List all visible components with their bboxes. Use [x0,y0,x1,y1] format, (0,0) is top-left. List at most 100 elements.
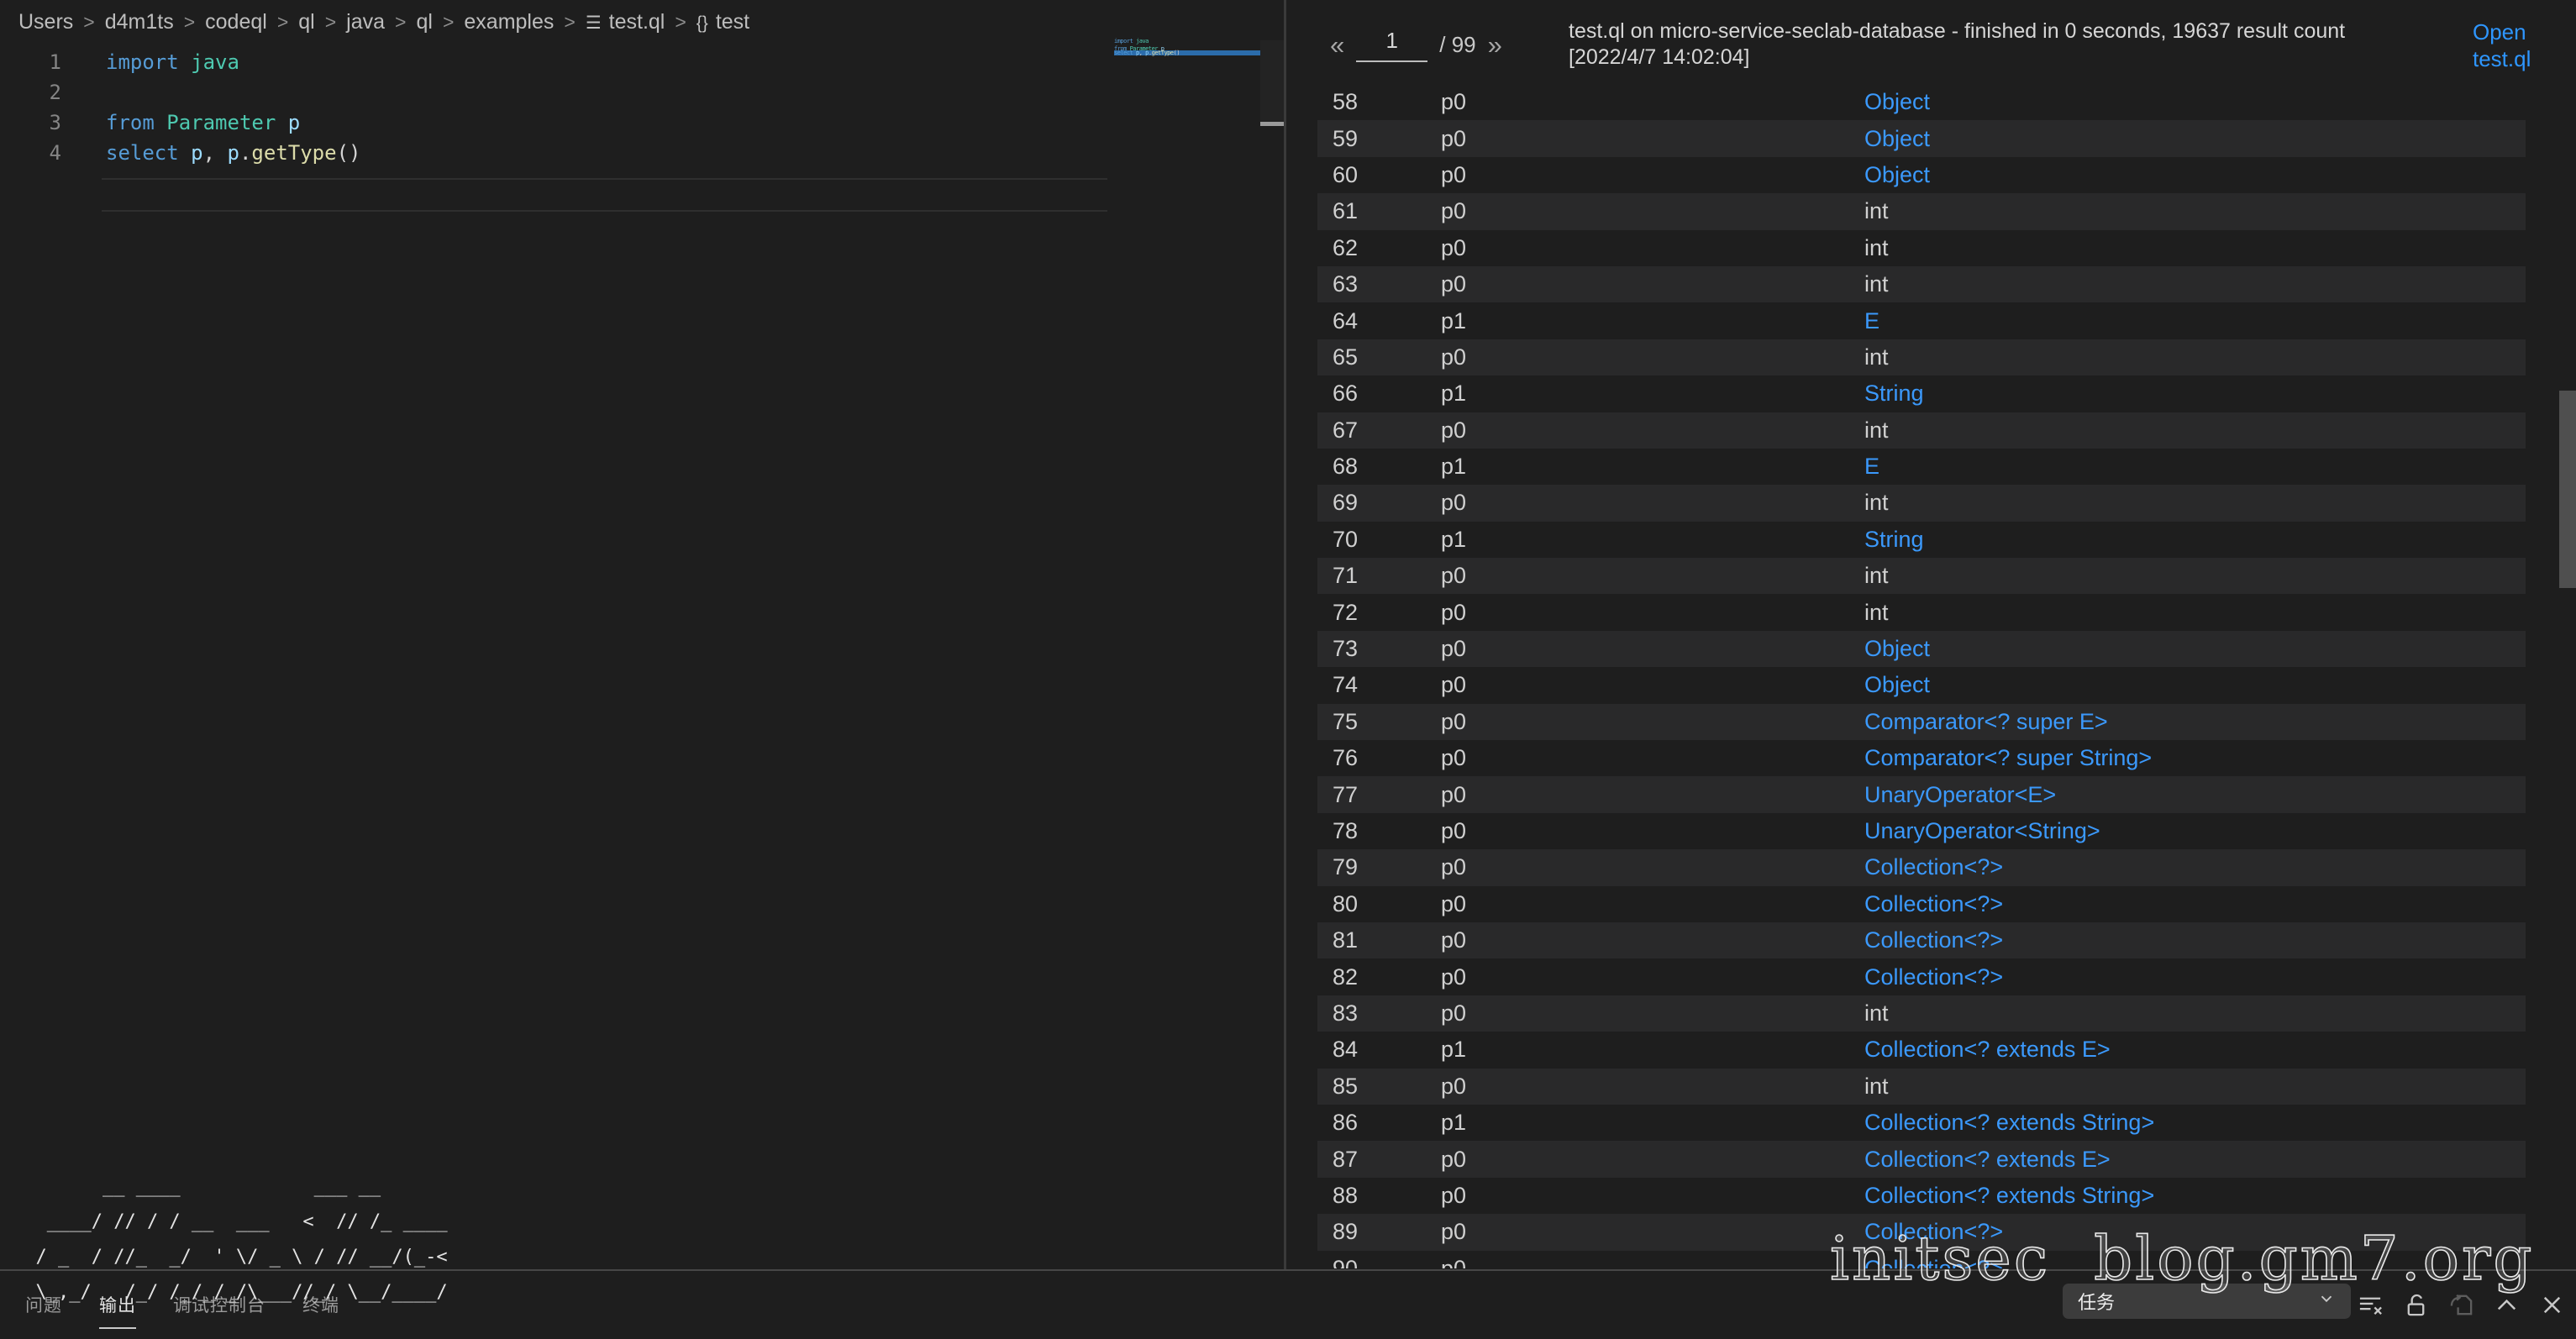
result-row[interactable]: 89p0Collection<?> [1317,1214,2526,1250]
result-value-link[interactable]: Comparator<? super String> [1864,745,2526,771]
breadcrumb-item[interactable]: codeql [205,10,267,34]
result-row[interactable]: 67p0int [1317,412,2526,449]
result-value-link[interactable]: E [1864,454,2526,480]
result-row[interactable]: 65p0int [1317,339,2526,375]
result-value: int [1864,490,2526,516]
result-row[interactable]: 74p0Object [1317,667,2526,703]
output-channel-select[interactable]: 任务 [2063,1284,2351,1319]
result-row[interactable]: 77p0UnaryOperator<E> [1317,776,2526,812]
editor-results-splitter[interactable] [1284,0,1286,1269]
result-value-link[interactable]: Collection<? extends E> [1864,1037,2526,1063]
breadcrumb-item[interactable]: examples [464,10,554,34]
panel-tab-debug-console[interactable]: 调试控制台 [173,1292,265,1329]
open-output-in-editor-icon[interactable] [2448,1292,2474,1318]
results-scrollbar-thumb[interactable] [2559,391,2576,588]
breadcrumb-separator: > [395,11,406,34]
result-value-link[interactable]: Collection<? extends String> [1864,1110,2526,1136]
result-value-link[interactable]: Object [1864,672,2526,698]
result-row[interactable]: 73p0Object [1317,631,2526,667]
result-value-link[interactable]: UnaryOperator<E> [1864,782,2526,808]
result-row[interactable]: 87p0Collection<? extends E> [1317,1141,2526,1177]
maximize-panel-icon[interactable] [2494,1292,2520,1318]
breadcrumb-symbol-item[interactable]: {}test [697,10,749,34]
result-row[interactable]: 78p0UnaryOperator<String> [1317,813,2526,849]
result-row[interactable]: 76p0Comparator<? super String> [1317,740,2526,776]
result-row-index: 64 [1317,308,1441,334]
breadcrumb-item[interactable]: java [346,10,385,34]
result-value-link[interactable]: String [1864,527,2526,553]
result-value-link[interactable]: Collection<?> [1864,927,2526,953]
panel-tab-problems[interactable]: 问题 [25,1292,62,1329]
result-row[interactable]: 70p1String [1317,522,2526,558]
result-value-link[interactable]: Collection<?> [1864,1256,2526,1268]
result-row-index: 82 [1317,964,1441,990]
panel-tab-terminal[interactable]: 终端 [302,1292,339,1329]
result-value-link[interactable]: Object [1864,89,2526,115]
first-page-button[interactable]: « [1330,32,1344,58]
result-row[interactable]: 66p1String [1317,375,2526,412]
result-value-link[interactable]: Collection<?> [1864,1219,2526,1245]
result-row[interactable]: 88p0Collection<? extends String> [1317,1178,2526,1214]
result-row[interactable]: 82p0Collection<?> [1317,958,2526,995]
result-value: int [1864,1000,2526,1027]
result-row-index: 74 [1317,672,1441,698]
minimap-token: () [1174,50,1180,56]
result-value-link[interactable]: Collection<? extends String> [1864,1183,2526,1209]
result-row[interactable]: 86p1Collection<? extends String> [1317,1105,2526,1141]
breadcrumb-item[interactable]: ql [298,10,314,34]
last-page-button[interactable]: » [1488,32,1502,58]
page-number-input[interactable] [1356,28,1427,62]
result-column-name: p1 [1441,1037,1864,1063]
open-test-ql-link[interactable]: Open test.ql [2473,18,2552,72]
result-value-link[interactable]: UnaryOperator<String> [1864,818,2526,844]
breadcrumb-file-item[interactable]: ☰test.ql [586,10,665,34]
result-value: int [1864,600,2526,626]
result-value-link[interactable]: String [1864,381,2526,407]
result-column-name: p0 [1441,636,1864,662]
breadcrumb-item[interactable]: ql [416,10,432,34]
result-value-link[interactable]: Collection<?> [1864,854,2526,880]
breadcrumb-item[interactable]: Users [18,10,73,34]
result-value-link[interactable]: Object [1864,636,2526,662]
result-row-index: 70 [1317,527,1441,553]
result-value-link[interactable]: E [1864,308,2526,334]
result-row[interactable]: 61p0int [1317,193,2526,229]
result-row[interactable]: 58p0Object [1317,84,2526,120]
result-row[interactable]: 68p1E [1317,449,2526,485]
result-row[interactable]: 90p0Collection<?> [1317,1251,2526,1269]
result-row[interactable]: 64p1E [1317,302,2526,339]
result-row[interactable]: 83p0int [1317,995,2526,1032]
result-row[interactable]: 79p0Collection<?> [1317,849,2526,885]
breadcrumb-symbol-label: test [716,10,749,34]
result-row[interactable]: 69p0int [1317,485,2526,521]
result-row[interactable]: 84p1Collection<? extends E> [1317,1032,2526,1068]
result-value-link[interactable]: Collection<?> [1864,891,2526,917]
result-value-link[interactable]: Collection<? extends E> [1864,1147,2526,1173]
result-row[interactable]: 80p0Collection<?> [1317,886,2526,922]
result-column-name: p1 [1441,527,1864,553]
result-row[interactable]: 81p0Collection<?> [1317,922,2526,958]
minimap[interactable]: import javafrom Parameter pselect p, p.g… [1114,37,1284,138]
result-row[interactable]: 75p0Comparator<? super E> [1317,704,2526,740]
unlock-icon[interactable] [2403,1292,2429,1318]
panel-actions [2358,1292,2565,1318]
result-value-link[interactable]: Collection<?> [1864,964,2526,990]
result-value-link[interactable]: Object [1864,126,2526,152]
result-row[interactable]: 60p0Object [1317,157,2526,193]
result-column-name: p0 [1441,198,1864,224]
code-line: import java [106,47,239,77]
result-row[interactable]: 71p0int [1317,558,2526,594]
panel-tab-output[interactable]: 输出 [99,1292,136,1329]
result-value-link[interactable]: Comparator<? super E> [1864,709,2526,735]
result-row[interactable]: 72p0int [1317,594,2526,630]
clear-output-icon[interactable] [2358,1292,2384,1318]
result-row[interactable]: 59p0Object [1317,120,2526,156]
breadcrumb-item[interactable]: d4m1ts [105,10,174,34]
result-row-index: 75 [1317,709,1441,735]
result-value-link[interactable]: Object [1864,162,2526,188]
result-column-name: p0 [1441,126,1864,152]
result-row[interactable]: 85p0int [1317,1069,2526,1105]
close-panel-icon[interactable] [2539,1292,2565,1318]
result-row[interactable]: 63p0int [1317,266,2526,302]
result-row[interactable]: 62p0int [1317,230,2526,266]
